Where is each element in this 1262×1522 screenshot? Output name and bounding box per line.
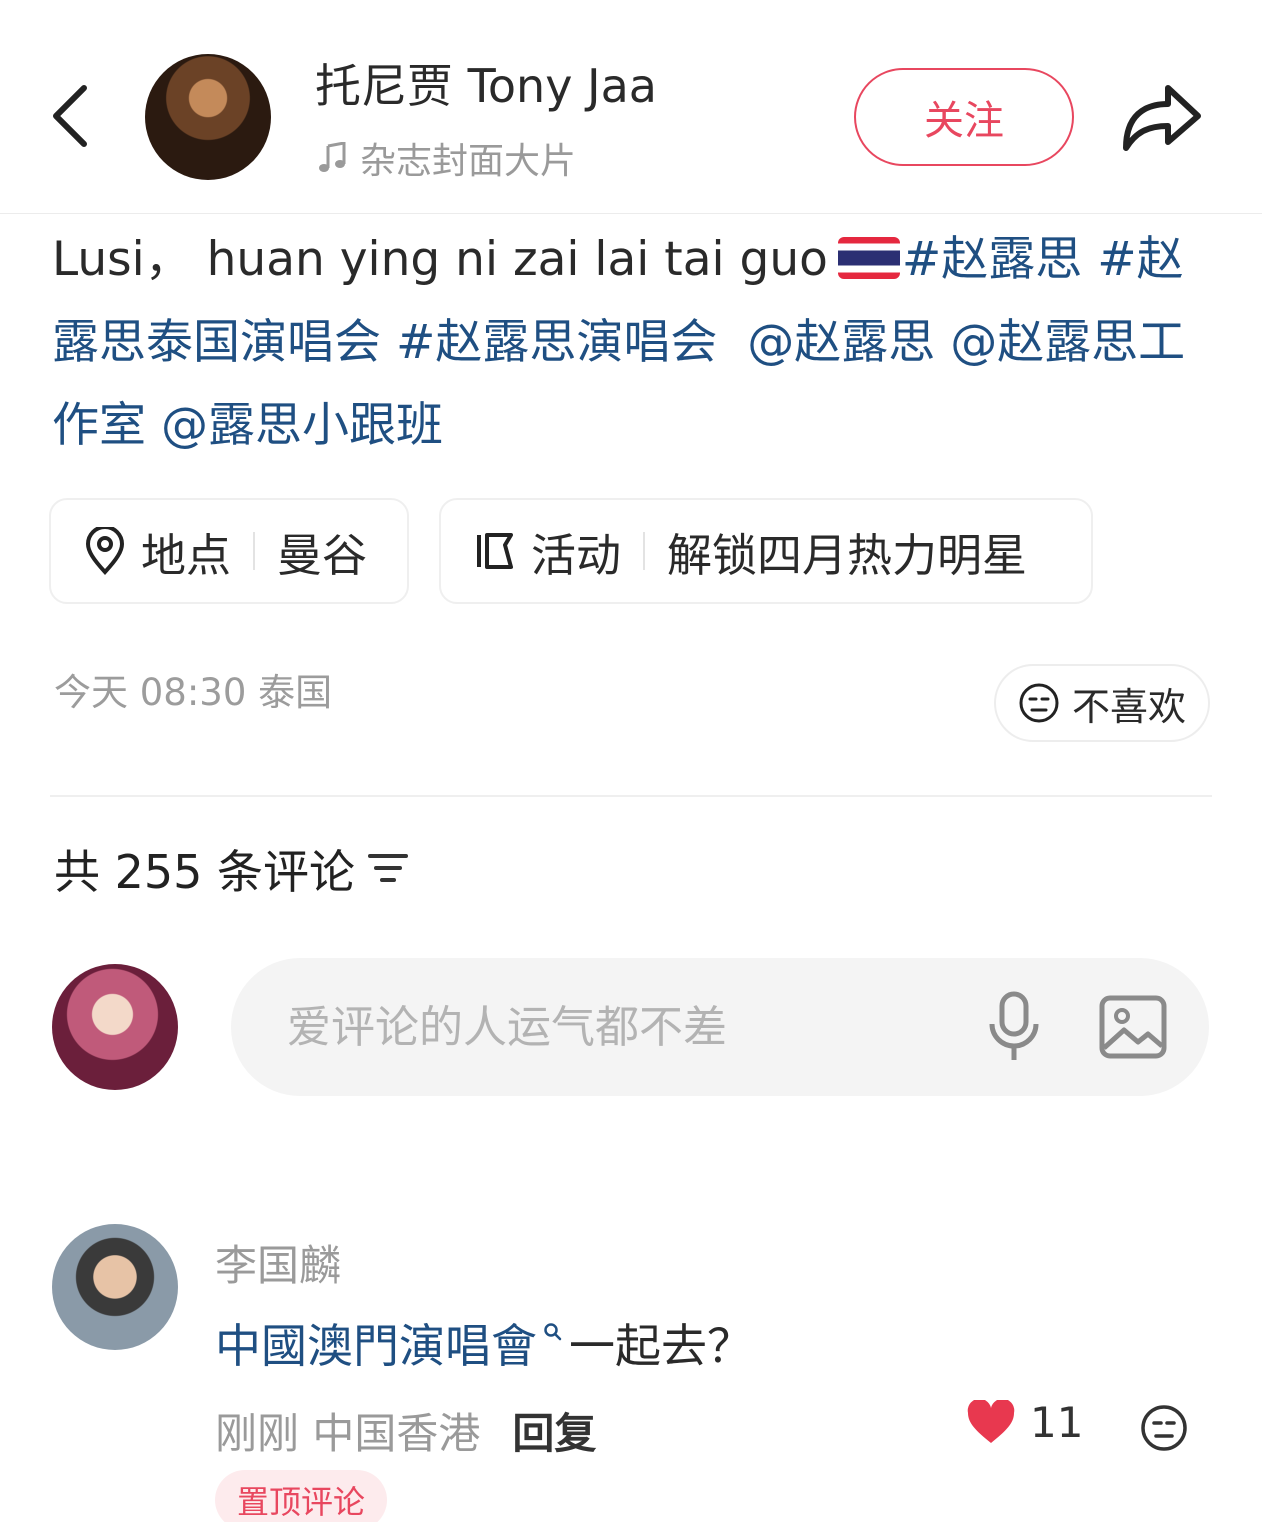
comment-body: 一起去？ — [569, 1319, 753, 1373]
thailand-flag-icon — [837, 237, 900, 279]
music-tag[interactable]: 杂志封面大片 — [318, 132, 576, 184]
section-divider — [50, 795, 1212, 797]
mention[interactable]: @露思小跟班 — [161, 398, 443, 453]
my-avatar — [52, 964, 178, 1090]
note-detail-page: 托尼贾 Tony Jaa 杂志封面大片 关注 Lusi， huan ying n… — [0, 0, 1262, 1522]
activity-icon — [477, 533, 513, 569]
location-value: 曼谷 — [277, 528, 368, 582]
music-label: 杂志封面大片 — [360, 141, 577, 182]
sort-icon[interactable] — [366, 848, 410, 888]
post-caption: Lusi， huan ying ni zai lai tai guo #赵露思 #… — [52, 218, 1212, 467]
location-label: 地点 — [141, 528, 232, 582]
commenter-avatar[interactable] — [52, 1224, 178, 1350]
comment-location: 中国香港 — [312, 1409, 481, 1458]
back-arrow-icon[interactable] — [44, 80, 104, 152]
chip-divider — [253, 532, 256, 570]
author-name[interactable]: 托尼贾 Tony Jaa — [315, 50, 657, 116]
comment-meta: 刚刚 中国香港 回复 — [215, 1400, 596, 1461]
header: 托尼贾 Tony Jaa 杂志封面大片 关注 — [0, 0, 1262, 214]
activity-value: 解锁四月热力明星 — [667, 528, 1028, 582]
activity-label: 活动 — [531, 528, 622, 582]
mention[interactable]: @赵露思 — [747, 315, 935, 370]
hashtag[interactable]: #赵露思演唱会 — [396, 315, 717, 370]
hashtag[interactable]: #赵露思 — [902, 232, 1082, 287]
music-note-icon — [319, 142, 346, 172]
share-icon[interactable] — [1118, 76, 1204, 156]
author-avatar[interactable] — [145, 54, 271, 180]
neutral-face-icon[interactable] — [1140, 1404, 1188, 1452]
comment-search-link[interactable]: 中國澳門演唱會 — [215, 1319, 537, 1373]
like-button[interactable]: 11 — [966, 1398, 1083, 1447]
comments-count: 共 255 条评论 — [54, 845, 356, 899]
dislike-label: 不喜欢 — [1071, 684, 1186, 729]
microphone-icon[interactable] — [984, 990, 1044, 1066]
location-pin-icon — [85, 527, 125, 575]
search-icon — [544, 1323, 562, 1341]
reply-button[interactable]: 回复 — [512, 1400, 596, 1461]
chip-divider — [643, 532, 646, 570]
pinned-comment-badge: 置顶评论 — [215, 1470, 388, 1522]
like-count: 11 — [1030, 1398, 1084, 1447]
comment-input[interactable] — [231, 958, 1209, 1096]
dislike-button[interactable]: 不喜欢 — [994, 664, 1210, 742]
activity-chip[interactable]: 活动 解锁四月热力明星 — [439, 498, 1093, 604]
comment-time: 刚刚 — [215, 1409, 300, 1458]
follow-button[interactable]: 关注 — [854, 68, 1074, 166]
comment-text: 中國澳門演唱會 一起去？ — [215, 1310, 753, 1376]
location-chip[interactable]: 地点 曼谷 — [49, 498, 409, 604]
heart-icon — [967, 1399, 1015, 1443]
caption-text: Lusi， huan ying ni zai lai tai guo — [52, 232, 828, 287]
neutral-face-icon — [1019, 683, 1059, 723]
image-icon[interactable] — [1098, 994, 1168, 1060]
post-time: 今天 08:30 泰国 — [54, 671, 333, 714]
commenter-name[interactable]: 李国麟 — [215, 1232, 341, 1293]
